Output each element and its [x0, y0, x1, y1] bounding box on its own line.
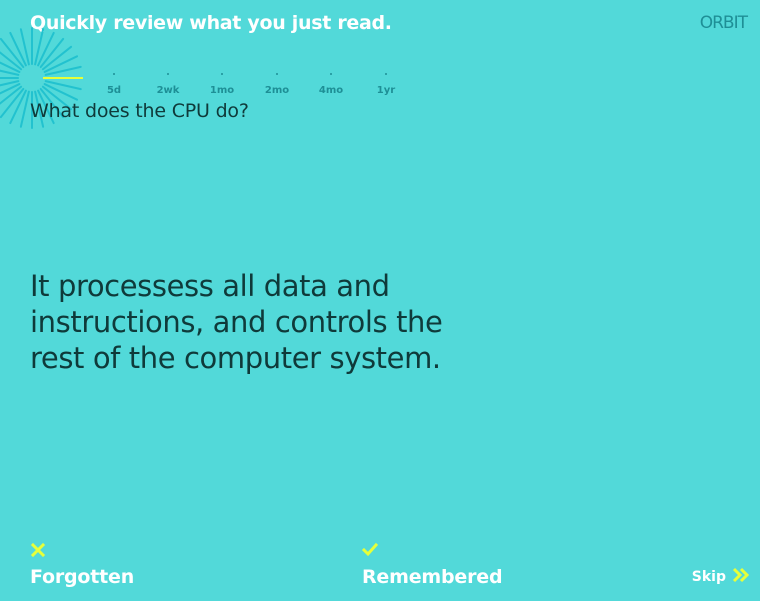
- timeline-dot: [330, 73, 332, 75]
- skip-button[interactable]: Skip: [692, 567, 750, 587]
- timeline-tick-label: 5d: [106, 85, 122, 96]
- remembered-label: Remembered: [362, 566, 503, 588]
- timeline-dot: [113, 73, 115, 75]
- timeline-tick-label: 4mo: [318, 85, 344, 96]
- timeline-tick-label: 2mo: [264, 85, 290, 96]
- timeline-tick-label: 1yr: [376, 85, 396, 96]
- x-icon: [30, 542, 134, 562]
- timeline-dot: [221, 73, 223, 75]
- timeline-tick: 4mo: [311, 73, 351, 96]
- skip-label: Skip: [691, 569, 726, 585]
- timeline-dot: [167, 73, 169, 75]
- remembered-button[interactable]: Remembered: [361, 542, 503, 588]
- timeline-tick: 2mo: [257, 73, 297, 96]
- timeline-tick: 5d: [94, 73, 134, 96]
- timeline-tick: 1mo: [202, 73, 242, 96]
- forgotten-button[interactable]: Forgotten: [30, 542, 134, 588]
- timeline-tick-label: 1mo: [209, 85, 235, 96]
- answer-text: It processess all data and instructions,…: [30, 269, 443, 375]
- question-prompt: What does the CPU do?: [30, 100, 249, 122]
- timeline-dot: [276, 73, 278, 75]
- timeline-dot: [385, 73, 387, 75]
- page-title: Quickly review what you just read.: [30, 12, 392, 34]
- timeline-current-position: [43, 77, 83, 79]
- double-chevron-right-icon: [732, 567, 750, 587]
- timeline-tick: 2wk: [148, 73, 188, 96]
- orbit-logo: ORBIT: [699, 13, 748, 33]
- timeline-tick-label: 2wk: [156, 85, 180, 96]
- forgotten-label: Forgotten: [30, 566, 135, 588]
- check-icon: [361, 542, 502, 562]
- timeline-tick: 1yr: [366, 73, 406, 96]
